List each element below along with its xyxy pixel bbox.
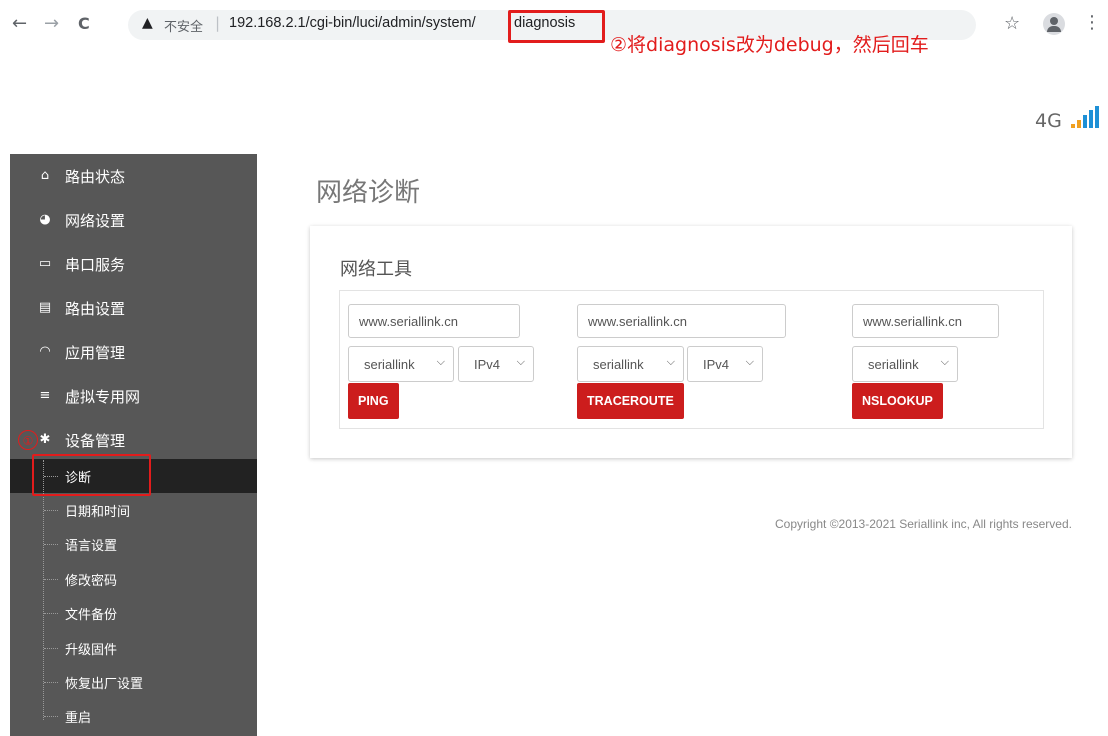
warning-icon[interactable]: ▲ xyxy=(142,15,153,31)
home-icon: ⌂ xyxy=(40,168,50,183)
sidebar-subitem-label: 恢复出厂设置 xyxy=(65,677,144,692)
url-separator: | xyxy=(215,14,221,32)
url-highlight-box xyxy=(508,10,605,43)
card-title: 网络工具 xyxy=(340,259,412,280)
calendar-icon: ▤ xyxy=(38,300,52,315)
step1-annotation: ① xyxy=(18,430,38,450)
bookmark-star-icon[interactable]: ☆ xyxy=(1004,13,1020,34)
sidebar: ⌂ 路由状态 ◕ 网络设置 ▭ 串口服务 ▤ 路由设置 ◠ 应用管理 ≡ 虚拟专… xyxy=(10,154,257,736)
profile-avatar-icon[interactable] xyxy=(1043,13,1065,35)
forward-arrow-icon[interactable]: → xyxy=(44,12,59,36)
tree-guide-tick xyxy=(44,648,58,649)
insecure-label[interactable]: 不安全 xyxy=(164,16,203,35)
network-tools-card: 网络工具 seriallink ⌵ IPv4 ⌵ PING seriallink… xyxy=(310,226,1072,458)
traceroute-protocol-select[interactable]: IPv4 ⌵ xyxy=(687,346,763,382)
nslookup-host-input[interactable] xyxy=(852,304,999,338)
tree-guide-tick xyxy=(44,544,58,545)
ping-host-input[interactable] xyxy=(348,304,520,338)
chevron-down-icon: ⌵ xyxy=(745,356,754,368)
select-value: IPv4 xyxy=(703,357,730,372)
chevron-down-icon: ⌵ xyxy=(666,356,675,368)
ping-button[interactable]: PING xyxy=(348,383,399,419)
sidebar-item-network-settings[interactable]: ◕ 网络设置 xyxy=(10,198,257,242)
sidebar-item-label: 应用管理 xyxy=(65,344,126,362)
select-value: seriallink xyxy=(868,357,919,372)
browser-toolbar: ← → C ▲ 不安全 | 192.168.2.1/cgi-bin/luci/a… xyxy=(0,0,1108,50)
sidebar-item-label: 网络设置 xyxy=(65,212,126,230)
list-icon: ≡ xyxy=(39,388,51,403)
sidebar-item-vpn[interactable]: ≡ 虚拟专用网 xyxy=(10,374,257,418)
diagnosis-highlight-box xyxy=(32,454,151,496)
signal-strength-icon xyxy=(1071,106,1105,128)
page-title: 网络诊断 xyxy=(316,178,421,208)
tree-guide-tick xyxy=(44,510,58,511)
serial-port-icon: ▭ xyxy=(38,256,52,271)
sidebar-item-label: 路由设置 xyxy=(65,300,126,318)
sidebar-subitem-label: 日期和时间 xyxy=(65,505,131,520)
nslookup-button[interactable]: NSLOOKUP xyxy=(852,383,943,419)
traceroute-interface-select[interactable]: seriallink ⌵ xyxy=(577,346,684,382)
url-text[interactable]: 192.168.2.1/cgi-bin/luci/admin/system/ xyxy=(229,15,476,31)
traceroute-host-input[interactable] xyxy=(577,304,786,338)
sidebar-subitem-label: 文件备份 xyxy=(65,608,118,623)
ping-interface-select[interactable]: seriallink ⌵ xyxy=(348,346,454,382)
sidebar-item-routing-settings[interactable]: ▤ 路由设置 xyxy=(10,286,257,330)
sidebar-subitem-label: 重启 xyxy=(65,711,92,726)
select-value: IPv4 xyxy=(474,357,501,372)
sidebar-item-label: 设备管理 xyxy=(65,432,126,450)
sidebar-subitem-label: 升级固件 xyxy=(65,643,118,658)
select-value: seriallink xyxy=(364,357,415,372)
sidebar-item-app-management[interactable]: ◠ 应用管理 xyxy=(10,330,257,374)
sidebar-item-router-status[interactable]: ⌂ 路由状态 xyxy=(10,154,257,198)
sidebar-subitem-label: 修改密码 xyxy=(65,574,118,589)
ping-protocol-select[interactable]: IPv4 ⌵ xyxy=(458,346,534,382)
tree-guide-tick xyxy=(44,613,58,614)
select-value: seriallink xyxy=(593,357,644,372)
sidebar-item-label: 路由状态 xyxy=(65,168,126,186)
back-arrow-icon[interactable]: ← xyxy=(12,12,27,36)
sidebar-item-label: 串口服务 xyxy=(65,256,126,274)
traceroute-button[interactable]: TRACEROUTE xyxy=(577,383,684,419)
sidebar-item-label: 虚拟专用网 xyxy=(65,388,141,406)
gears-icon: ✱ xyxy=(39,432,51,447)
chevron-down-icon: ⌵ xyxy=(516,356,525,368)
globe-icon: ◕ xyxy=(39,212,51,227)
nslookup-interface-select[interactable]: seriallink ⌵ xyxy=(852,346,958,382)
tree-guide-tick xyxy=(44,682,58,683)
copyright-text: Copyright ©2013-2021 Seriallink inc, All… xyxy=(775,517,1072,531)
chevron-down-icon: ⌵ xyxy=(436,356,445,368)
gauge-icon: ◠ xyxy=(39,344,51,359)
tools-panel: seriallink ⌵ IPv4 ⌵ PING seriallink ⌵ IP… xyxy=(339,290,1044,429)
sidebar-subitem-label: 语言设置 xyxy=(65,539,118,554)
tree-guide-line xyxy=(43,460,45,720)
browser-menu-icon[interactable]: ⋮ xyxy=(1083,12,1101,33)
step2-annotation: ②将diagnosis改为debug，然后回车 xyxy=(610,34,929,56)
reload-icon[interactable]: C xyxy=(78,12,90,36)
tree-guide-tick xyxy=(44,579,58,580)
sidebar-item-serial-service[interactable]: ▭ 串口服务 xyxy=(10,242,257,286)
chevron-down-icon: ⌵ xyxy=(940,356,949,368)
tree-guide-tick xyxy=(44,716,58,717)
network-type-label: 4G xyxy=(1035,110,1062,132)
